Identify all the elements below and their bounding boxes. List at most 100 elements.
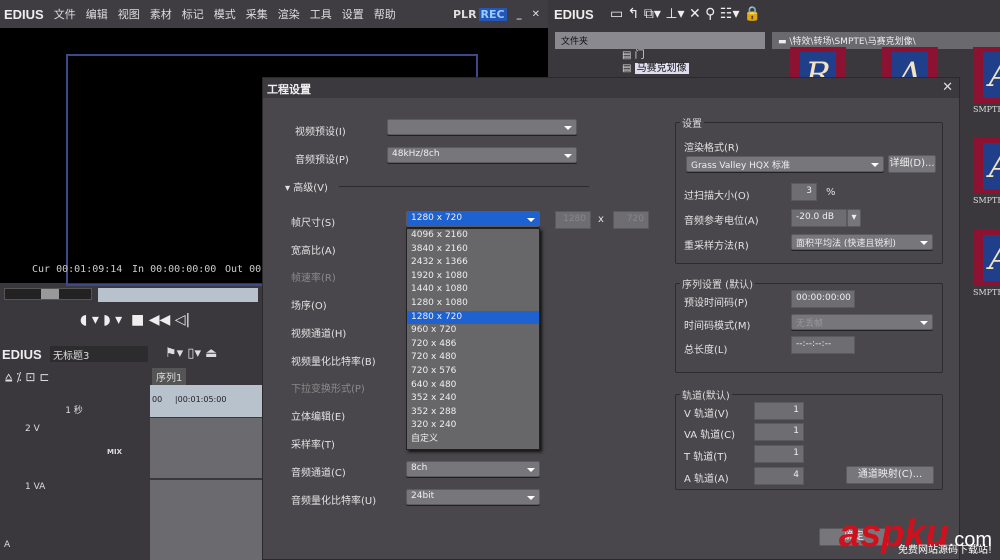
- menu-marker[interactable]: 标记: [182, 6, 204, 22]
- menu-settings[interactable]: 设置: [342, 6, 364, 22]
- folder-header: 文件夹: [555, 32, 765, 49]
- times-label: x: [598, 214, 604, 225]
- video-preset-select[interactable]: [387, 119, 577, 135]
- frame-size-dropdown[interactable]: 4096 x 2160 3840 x 2160 2432 x 1366 1920 x …: [406, 228, 540, 450]
- aspect-ratio-label: 宽高比(A): [291, 246, 336, 257]
- audio-preset-select[interactable]: 48kHz/8ch: [387, 147, 577, 163]
- folder-item-selected[interactable]: ▤ 马赛克划像: [622, 59, 689, 74]
- position-bar[interactable]: [98, 288, 258, 302]
- audio-ref-label: 音频参考电位(A): [684, 216, 759, 227]
- menu-capture[interactable]: 采集: [246, 6, 268, 22]
- thumb-label: SMPTE: [973, 105, 1000, 114]
- a-tracks-input[interactable]: 4: [754, 467, 804, 485]
- tc-preset-input[interactable]: 00:00:00:00: [791, 290, 855, 308]
- frame-size-option[interactable]: 2432 x 1366: [407, 256, 539, 270]
- t-tracks-input[interactable]: 1: [754, 445, 804, 463]
- frame-size-option[interactable]: 320 x 240: [407, 419, 539, 433]
- cur-timecode: 00:01:09:14: [56, 264, 123, 275]
- frame-size-option[interactable]: 1440 x 1080: [407, 283, 539, 297]
- percent-label: %: [826, 187, 836, 198]
- frame-size-option[interactable]: 720 x 576: [407, 365, 539, 379]
- va-tracks-label: VA 轨道(C): [684, 430, 736, 441]
- bin-logo: EDIUS: [554, 7, 594, 22]
- track-1va-area[interactable]: [150, 480, 262, 560]
- minimize-button[interactable]: _: [517, 9, 522, 20]
- audio-channels-label: 音频通道(C): [291, 468, 346, 479]
- detail-button[interactable]: 详细(D)...: [888, 155, 936, 173]
- transport-buttons[interactable]: ◖ ▾ ◗ ▾ ■ ◀◀ ◁|: [80, 312, 190, 328]
- v-tracks-input[interactable]: 1: [754, 402, 804, 420]
- stereo-edit-label: 立体编辑(E): [291, 412, 346, 423]
- frame-size-option[interactable]: 960 x 720: [407, 324, 539, 338]
- menu-tools[interactable]: 工具: [310, 6, 332, 22]
- overscan-input[interactable]: 3: [791, 183, 817, 201]
- tc-mode-select[interactable]: 无丢帧: [791, 314, 933, 330]
- sequence-settings-group: 序列设置 (默认) 预设时间码(P) 00:00:00:00 时间码模式(M) …: [675, 276, 943, 373]
- shuttle-slider[interactable]: [4, 288, 92, 300]
- in-label: In: [132, 264, 145, 275]
- frame-size-option[interactable]: 640 x 480: [407, 379, 539, 393]
- menu-view[interactable]: 视图: [118, 6, 140, 22]
- timeline-toolbar-icons[interactable]: ⚑▾ ▯▾ ⏏: [165, 346, 217, 361]
- menu-file[interactable]: 文件: [54, 6, 76, 22]
- transition-thumb[interactable]: A: [973, 47, 1000, 103]
- track-2v-area[interactable]: [150, 418, 262, 478]
- audio-preset-label: 音频预设(P): [295, 155, 349, 166]
- frame-size-option[interactable]: 1280 x 1080: [407, 297, 539, 311]
- watermark-slogan: 免费网站源码下载站!: [897, 545, 992, 556]
- menu-render[interactable]: 渲染: [278, 6, 300, 22]
- bin-toolbar-icons[interactable]: ▭ ↰ ⧉▾ ⊥▾ ✕ ⚲ ☷▾ 🔒: [610, 6, 761, 22]
- project-settings-dialog: 工程设置 ✕ 视频预设(I) 音频预设(P) 48kHz/8ch ▾ 高级(V)…: [262, 77, 960, 560]
- frame-size-option[interactable]: 1280 x 720: [407, 310, 539, 325]
- mix-label: MIX: [107, 448, 122, 456]
- total-length-input[interactable]: --:--:--:--: [791, 336, 855, 354]
- track-tool-icons[interactable]: ⩠ ⁒ ⊡ ⊏: [5, 370, 49, 385]
- menu-edit[interactable]: 编辑: [86, 6, 108, 22]
- transition-thumb[interactable]: A: [973, 230, 1000, 286]
- overscan-label: 过扫描大小(O): [684, 191, 750, 202]
- thumb-label: SMPTE: [973, 288, 1000, 297]
- render-format-select[interactable]: Grass Valley HQX 标准: [686, 156, 884, 172]
- audio-bit-depth-select[interactable]: 24bit: [406, 489, 540, 505]
- frame-size-option[interactable]: 352 x 288: [407, 406, 539, 420]
- frame-height-input[interactable]: 720: [613, 211, 649, 229]
- audio-ref-dropdown-icon[interactable]: ▾: [847, 209, 861, 227]
- tab-sequence-1[interactable]: 序列1: [152, 368, 187, 385]
- audio-ref-input[interactable]: -20.0 dB: [791, 209, 847, 227]
- dialog-close-icon[interactable]: ✕: [942, 80, 953, 95]
- plr-button[interactable]: PLR: [453, 8, 477, 21]
- resample-select[interactable]: 面积平均法 (快速且锐利): [791, 234, 933, 250]
- channel-map-button[interactable]: 通道映射(C)...: [846, 466, 934, 484]
- project-name: 无标题3: [50, 346, 148, 362]
- video-preset-label: 视频预设(I): [295, 127, 346, 138]
- frame-size-option[interactable]: 1920 x 1080: [407, 270, 539, 284]
- va-tracks-input[interactable]: 1: [754, 423, 804, 441]
- out-label: Out: [225, 264, 244, 275]
- time-ruler[interactable]: 00 |00:01:05:00: [150, 385, 262, 417]
- audio-channels-select[interactable]: 8ch: [406, 461, 540, 477]
- field-order-label: 场序(O): [291, 301, 327, 312]
- frame-size-option[interactable]: 720 x 480: [407, 351, 539, 365]
- close-button[interactable]: ✕: [532, 9, 540, 20]
- video-bit-depth-label: 视频量化比特率(B): [291, 357, 376, 368]
- frame-size-option[interactable]: 自定义: [407, 433, 539, 447]
- rec-button[interactable]: REC: [478, 7, 507, 21]
- transition-thumb[interactable]: A: [973, 138, 1000, 194]
- frame-size-select[interactable]: 1280 x 720: [406, 211, 540, 227]
- timeline-scale[interactable]: 1 秒: [25, 403, 123, 416]
- menu-help[interactable]: 帮助: [374, 6, 396, 22]
- advanced-toggle[interactable]: ▾ 高级(V): [285, 179, 328, 194]
- frame-size-option[interactable]: 720 x 486: [407, 338, 539, 352]
- frame-size-option[interactable]: 3840 x 2160: [407, 243, 539, 257]
- in-timecode: 00:00:00:00: [150, 264, 217, 275]
- menu-clip[interactable]: 素材: [150, 6, 172, 22]
- track-1va-label: 1 VA: [25, 482, 46, 492]
- timeline-logo: EDIUS: [2, 347, 42, 362]
- frame-size-option[interactable]: 352 x 240: [407, 392, 539, 406]
- frame-size-option[interactable]: 4096 x 2160: [407, 229, 539, 243]
- frame-rate-label: 帧速率(R): [291, 273, 336, 284]
- frame-width-input[interactable]: 1280: [555, 211, 591, 229]
- menu-mode[interactable]: 模式: [214, 6, 236, 22]
- a-tracks-label: A 轨道(A): [684, 474, 729, 485]
- timeline-window: EDIUS 无标题3 ⚑▾ ▯▾ ⏏ ⩠ ⁒ ⊡ ⊏ 序列1 00 |00:01…: [0, 340, 262, 560]
